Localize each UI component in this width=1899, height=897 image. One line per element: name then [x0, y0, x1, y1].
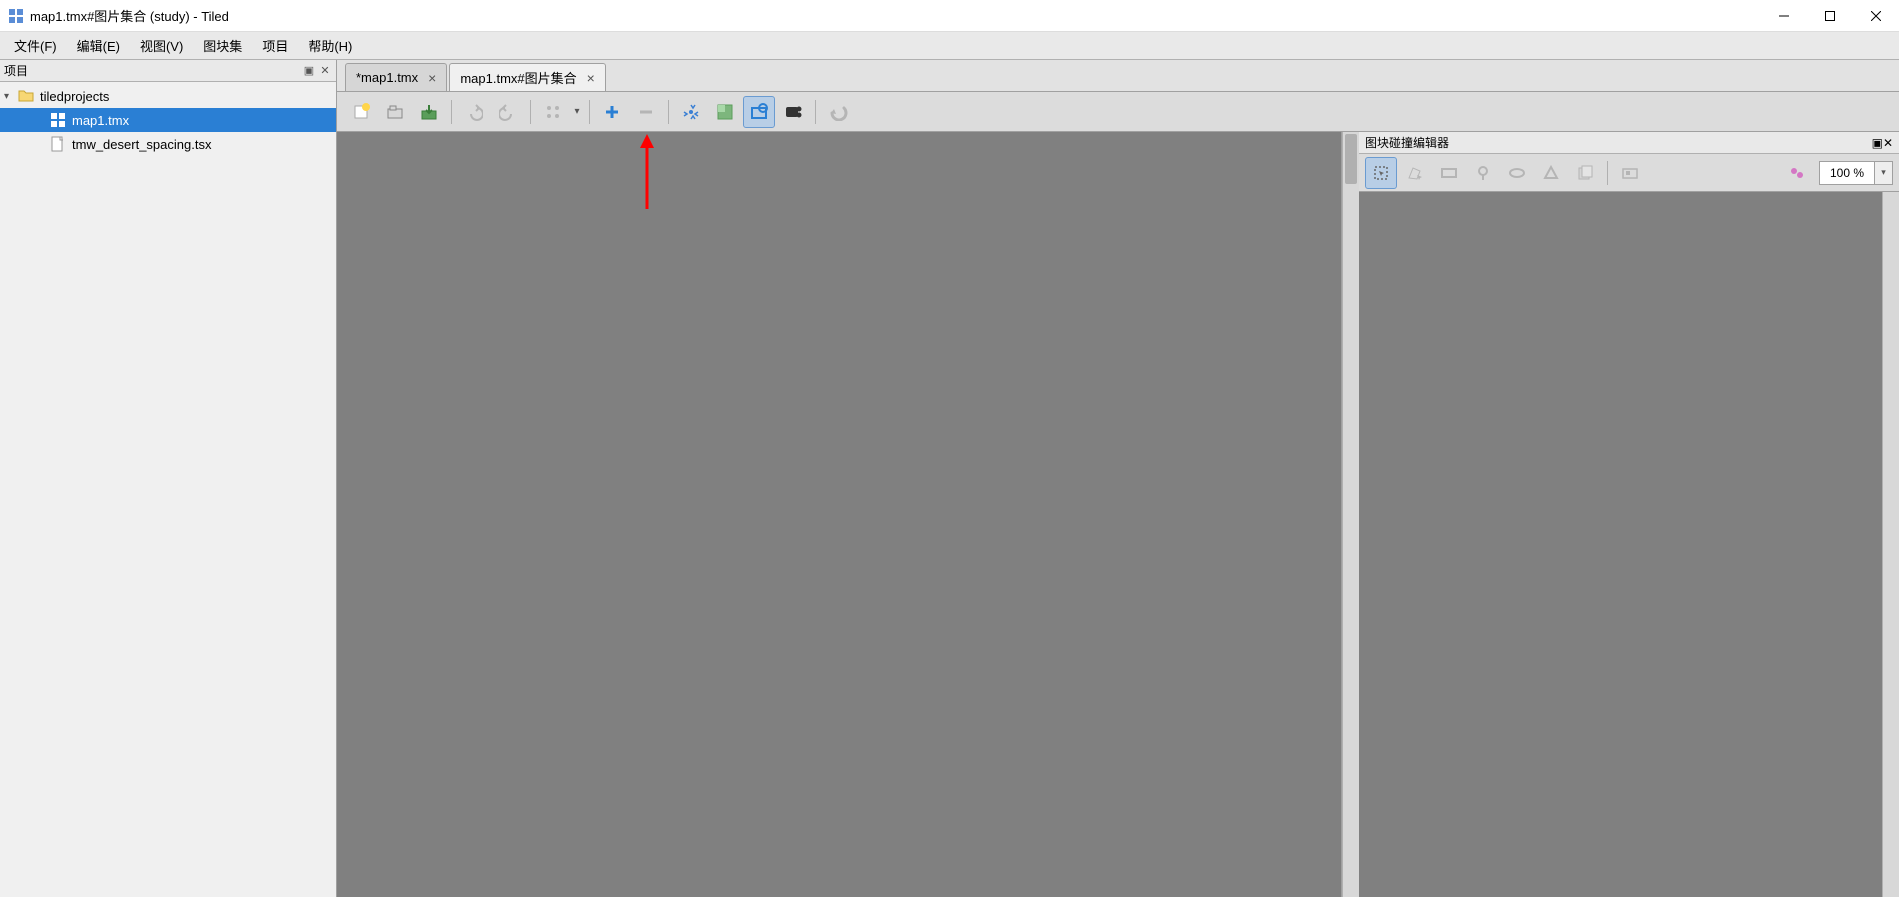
save-button[interactable]	[413, 96, 445, 128]
panel-float-icon[interactable]: ▣	[302, 64, 316, 78]
map-file-icon	[50, 112, 66, 128]
chevron-down-icon: ▾	[4, 91, 18, 102]
tab-tileset[interactable]: map1.tmx#图片集合 ×	[449, 63, 606, 91]
zoom-value: 100 %	[1820, 166, 1874, 180]
separator	[530, 100, 531, 124]
close-icon[interactable]: ×	[428, 70, 436, 86]
window-title: map1.tmx#图片集合 (study) - Tiled	[30, 6, 1761, 25]
remove-tile-button[interactable]	[630, 96, 662, 128]
dropdown-arrow-icon[interactable]: ▾	[571, 106, 583, 117]
close-icon[interactable]: ×	[587, 70, 595, 86]
document-tabs: *map1.tmx × map1.tmx#图片集合 ×	[337, 60, 1899, 92]
menu-file[interactable]: 文件(F)	[4, 32, 67, 59]
tab-map1[interactable]: *map1.tmx ×	[345, 63, 447, 91]
point-button[interactable]	[1467, 157, 1499, 189]
maximize-button[interactable]	[1807, 0, 1853, 32]
annotation-arrow-icon	[637, 134, 657, 214]
collision-canvas[interactable]	[1359, 192, 1899, 897]
terrain-button[interactable]	[709, 96, 741, 128]
file-label: tmw_desert_spacing.tsx	[72, 137, 211, 152]
vertical-scrollbar[interactable]	[1882, 192, 1899, 897]
tile-properties-button[interactable]	[675, 96, 707, 128]
minimize-button[interactable]	[1761, 0, 1807, 32]
menu-tileset[interactable]: 图块集	[193, 32, 252, 59]
polygon-button[interactable]	[1535, 157, 1567, 189]
app-logo-icon	[8, 8, 24, 24]
tab-label: map1.tmx#图片集合	[460, 68, 576, 87]
collision-panel-header: 图块碰撞编辑器 ▣ ✕	[1359, 132, 1899, 154]
panel-close-icon[interactable]: ✕	[1883, 136, 1893, 150]
project-panel-title: 项目	[4, 62, 300, 79]
tree-folder[interactable]: ▾ tiledprojects	[0, 84, 336, 108]
panel-close-icon[interactable]: ✕	[318, 64, 332, 78]
separator	[668, 100, 669, 124]
undo-button[interactable]	[458, 96, 490, 128]
rectangle-button[interactable]	[1433, 157, 1465, 189]
separator	[589, 100, 590, 124]
menubar: 文件(F) 编辑(E) 视图(V) 图块集 项目 帮助(H)	[0, 32, 1899, 60]
new-button[interactable]	[345, 96, 377, 128]
vertical-scrollbar[interactable]	[1342, 132, 1359, 897]
zoom-input[interactable]: 100 % ▾	[1819, 161, 1893, 185]
collision-editor-button[interactable]	[743, 96, 775, 128]
select-objects-button[interactable]	[1365, 157, 1397, 189]
titlebar: map1.tmx#图片集合 (study) - Tiled	[0, 0, 1899, 32]
add-tile-button[interactable]	[596, 96, 628, 128]
main-toolbar: ▾	[337, 92, 1899, 132]
animation-editor-button[interactable]	[777, 96, 809, 128]
menu-view[interactable]: 视图(V)	[130, 32, 193, 59]
back-button[interactable]	[822, 96, 854, 128]
window-controls	[1761, 0, 1899, 32]
project-panel-header: 项目 ▣ ✕	[0, 60, 336, 82]
folder-label: tiledprojects	[40, 89, 109, 104]
tsx-file-icon	[50, 136, 66, 152]
menu-project[interactable]: 项目	[252, 32, 298, 59]
collision-panel-title: 图块碰撞编辑器	[1365, 134, 1872, 151]
open-button[interactable]	[379, 96, 411, 128]
insert-tile-button[interactable]	[1614, 157, 1646, 189]
menu-edit[interactable]: 编辑(E)	[67, 32, 130, 59]
collision-editor-panel: 图块碰撞编辑器 ▣ ✕ 100 %	[1359, 132, 1899, 897]
collision-toolbar: 100 % ▾	[1359, 154, 1899, 192]
redo-button[interactable]	[492, 96, 524, 128]
edit-polygons-button[interactable]	[1399, 157, 1431, 189]
menu-help[interactable]: 帮助(H)	[298, 32, 362, 59]
ellipse-button[interactable]	[1501, 157, 1533, 189]
scrollbar-thumb[interactable]	[1345, 134, 1357, 184]
tab-label: *map1.tmx	[356, 70, 418, 85]
separator	[815, 100, 816, 124]
tree-file-selected[interactable]: map1.tmx	[0, 108, 336, 132]
folder-icon	[18, 88, 34, 104]
close-button[interactable]	[1853, 0, 1899, 32]
command-button[interactable]	[537, 96, 569, 128]
project-panel: 项目 ▣ ✕ ▾ tiledprojects map1.tmx tmw_dese…	[0, 60, 337, 897]
template-button[interactable]	[1569, 157, 1601, 189]
panel-float-icon[interactable]: ▣	[1872, 136, 1883, 150]
tileset-canvas[interactable]	[337, 132, 1342, 897]
separator	[451, 100, 452, 124]
tree-file[interactable]: tmw_desert_spacing.tsx	[0, 132, 336, 156]
objects-view-button[interactable]	[1781, 157, 1813, 189]
project-tree: ▾ tiledprojects map1.tmx tmw_desert_spac…	[0, 82, 336, 158]
separator	[1607, 161, 1608, 185]
file-label: map1.tmx	[72, 113, 129, 128]
dropdown-arrow-icon[interactable]: ▾	[1874, 162, 1892, 184]
